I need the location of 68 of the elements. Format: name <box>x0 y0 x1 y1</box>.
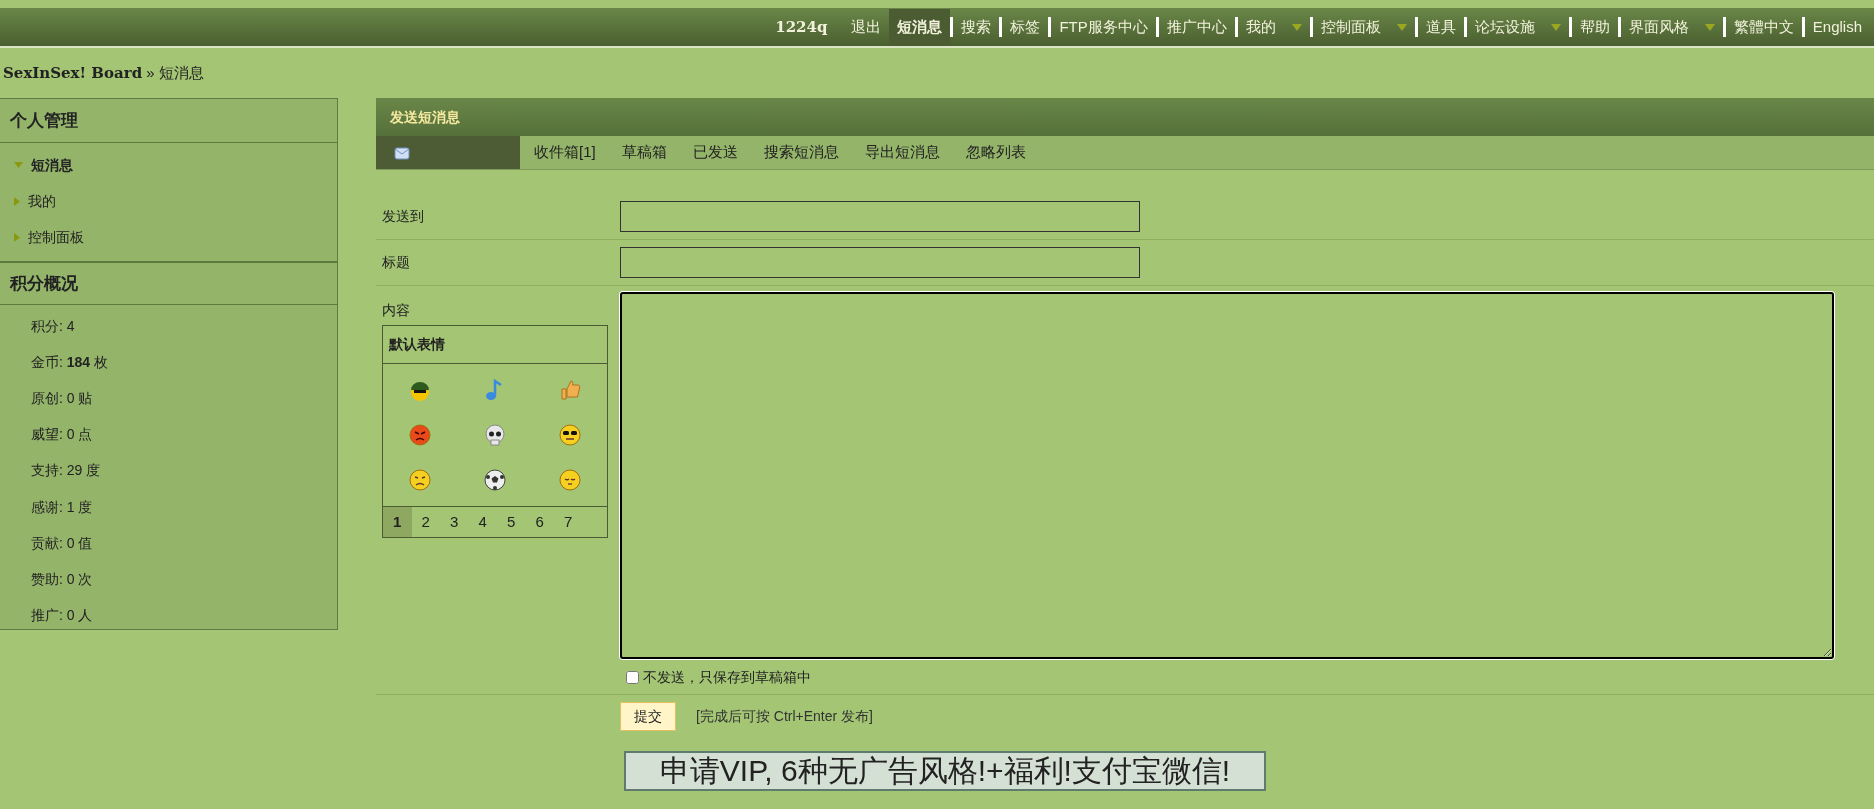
breadcrumb-site-link[interactable]: SexInSex! Board <box>3 61 143 84</box>
field-label: 内容 <box>382 301 411 320</box>
stats-title: 积分概况 <box>0 261 337 305</box>
stat-item: 原创: 0 贴 <box>31 388 93 408</box>
panel-header: 发送短消息 <box>376 98 1874 136</box>
caret-down-icon <box>14 162 23 168</box>
sidebar-item[interactable]: 控制面板 <box>0 219 337 255</box>
stat-item: 金币: 184 枚 <box>31 352 109 372</box>
compose-tab[interactable] <box>376 136 520 169</box>
nav-link[interactable]: 标签 <box>1002 9 1049 45</box>
stat-item: 威望: 0 点 <box>31 425 93 445</box>
nav-link[interactable]: English <box>1804 9 1870 45</box>
mailbox-tab[interactable]: 收件箱[1] <box>521 136 609 169</box>
page-link[interactable]: 4 <box>468 507 497 537</box>
field-label: 标题 <box>381 253 411 272</box>
nav-link[interactable]: 繁體中文 <box>1725 9 1802 45</box>
mailbox-tab[interactable]: 搜索短消息 <box>750 136 852 169</box>
nav-link[interactable]: 帮助 <box>1571 9 1618 45</box>
sidebar-title: 个人管理 <box>0 99 337 143</box>
submit-button[interactable]: 提交 <box>620 702 676 731</box>
mailbox-tab[interactable]: 已发送 <box>679 136 751 169</box>
field-label: 发送到 <box>381 207 425 226</box>
nav-link[interactable]: 论坛设施 <box>1466 9 1569 45</box>
breadcrumb-separator: » <box>146 62 155 83</box>
nav-link[interactable]: 我的 <box>1237 9 1310 45</box>
submit-hint: [完成后可按 Ctrl+Enter 发布] <box>696 707 873 726</box>
username[interactable]: 1224q <box>775 15 828 39</box>
sidebar-item[interactable]: 我的 <box>0 183 337 219</box>
mailbox-tab[interactable]: 忽略列表 <box>952 136 1039 169</box>
nav-link[interactable]: FTP服务中心 <box>1051 9 1156 45</box>
stat-item: 感谢: 1 度 <box>31 497 93 517</box>
envelope-icon <box>394 145 410 160</box>
page-link[interactable]: 1 <box>383 507 412 537</box>
nav-link[interactable]: 短消息 <box>889 9 951 45</box>
caret-right-icon <box>14 232 20 242</box>
sunglasses-face-icon[interactable] <box>557 423 582 447</box>
mailbox-tab[interactable]: 导出短消息 <box>851 136 953 169</box>
nav-link[interactable]: 搜索 <box>953 9 1000 45</box>
draft-checkbox[interactable] <box>626 671 639 684</box>
vip-banner-link[interactable]: 申请VIP, 6种无广告风格!+福利!支付宝微信! <box>624 751 1266 791</box>
page-link[interactable]: 6 <box>525 507 554 537</box>
text-input[interactable] <box>620 201 1140 232</box>
sidebar-item[interactable]: 短消息 <box>0 147 337 183</box>
page-link[interactable]: 3 <box>440 507 469 537</box>
breadcrumb-current: 短消息 <box>158 62 204 83</box>
soccer-ball-icon[interactable] <box>483 468 507 492</box>
frowning-face-icon[interactable] <box>408 468 433 492</box>
smilies-title: 默认表情 <box>383 326 607 364</box>
stat-item: 赞助: 0 次 <box>31 569 93 589</box>
text-input[interactable] <box>620 247 1140 278</box>
angry-face-icon[interactable] <box>408 423 433 447</box>
stat-item: 推广: 0 人 <box>31 606 93 626</box>
stat-item: 积分: 4 <box>31 316 75 336</box>
nav-link[interactable]: 界面风格 <box>1620 9 1723 45</box>
nav-link[interactable]: 退出 <box>843 9 890 45</box>
skull-icon[interactable] <box>483 423 507 447</box>
sleepy-face-icon[interactable] <box>557 468 582 492</box>
stat-item: 贡献: 0 值 <box>31 533 93 553</box>
draft-checkbox-label: 不发送，只保存到草稿箱中 <box>643 668 811 687</box>
page-link[interactable]: 2 <box>411 507 440 537</box>
caret-right-icon <box>14 196 20 206</box>
nav-link[interactable]: 道具 <box>1417 9 1464 45</box>
mailbox-tab[interactable]: 草稿箱 <box>608 136 680 169</box>
nav-link[interactable]: 推广中心 <box>1158 9 1235 45</box>
page-link[interactable]: 7 <box>554 507 583 537</box>
nav-link[interactable]: 控制面板 <box>1312 9 1415 45</box>
stat-item: 支持: 29 度 <box>31 461 101 481</box>
page-link[interactable]: 5 <box>497 507 526 537</box>
